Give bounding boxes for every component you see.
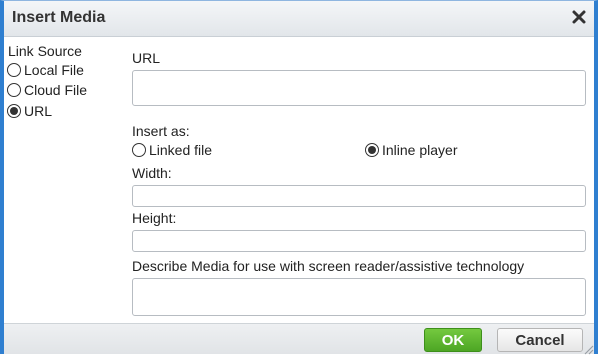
cancel-button[interactable]: Cancel <box>497 328 583 352</box>
radio-url-indicator[interactable] <box>7 104 21 118</box>
url-field-label: URL <box>132 50 161 66</box>
dialog-footer: OK Cancel <box>4 323 594 355</box>
description-field-label: Describe Media for use with screen reade… <box>132 258 525 274</box>
radio-local-file-label: Local File <box>24 62 84 78</box>
radio-cloud-file-indicator[interactable] <box>7 83 21 97</box>
radio-linked-file[interactable]: Linked file <box>132 142 212 158</box>
link-source-label: Link Source <box>8 43 82 59</box>
dialog-body: Link Source Local File Cloud File URL UR… <box>4 37 594 324</box>
radio-cloud-file[interactable]: Cloud File <box>7 82 87 98</box>
height-field-label: Height: <box>132 210 177 226</box>
radio-local-file[interactable]: Local File <box>7 62 84 78</box>
radio-linked-file-label: Linked file <box>149 142 213 158</box>
ok-button[interactable]: OK <box>424 328 482 352</box>
dialog-titlebar[interactable]: Insert Media <box>4 1 594 37</box>
resize-grip-icon[interactable] <box>582 342 594 355</box>
width-input[interactable] <box>132 185 586 207</box>
width-field-label: Width: <box>132 165 172 181</box>
insert-media-dialog: Insert Media Link Source Local File Clou… <box>0 0 598 355</box>
radio-cloud-file-label: Cloud File <box>24 82 88 98</box>
radio-inline-player-label: Inline player <box>382 142 458 158</box>
dialog-title: Insert Media <box>12 9 106 26</box>
radio-linked-file-indicator[interactable] <box>132 143 146 157</box>
insert-as-label: Insert as: <box>132 123 190 139</box>
radio-local-file-indicator[interactable] <box>7 63 21 77</box>
url-input[interactable] <box>132 70 586 106</box>
radio-url[interactable]: URL <box>7 103 52 119</box>
radio-url-label: URL <box>24 103 53 119</box>
description-textarea[interactable] <box>132 278 586 316</box>
close-icon[interactable] <box>568 6 590 28</box>
height-input[interactable] <box>132 230 586 252</box>
radio-inline-player[interactable]: Inline player <box>365 142 458 158</box>
radio-inline-player-indicator[interactable] <box>365 143 379 157</box>
